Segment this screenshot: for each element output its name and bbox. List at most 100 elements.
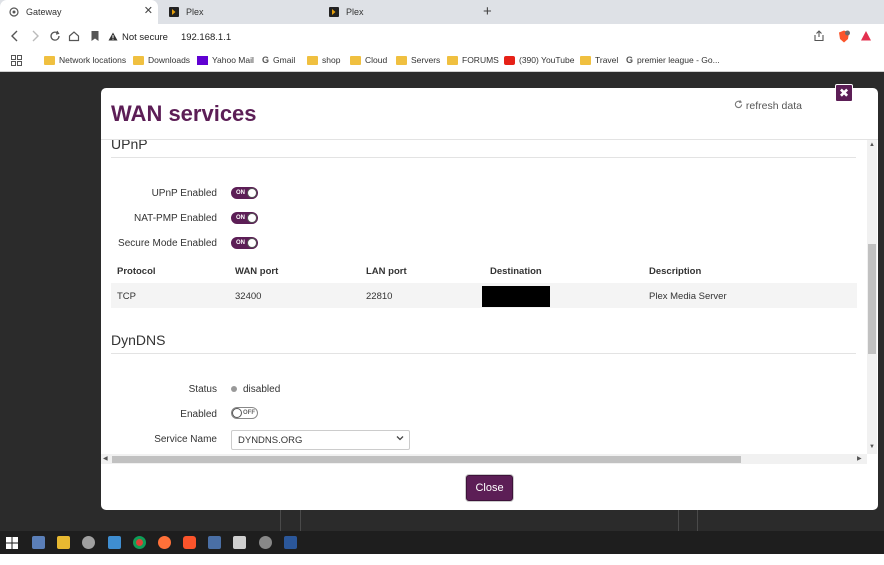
bookmark-label: Servers	[411, 55, 441, 65]
refresh-label: refresh data	[745, 100, 802, 112]
toggle-knob	[247, 188, 257, 198]
firefox-icon[interactable]	[158, 536, 171, 549]
column-header-description: Description	[649, 266, 702, 277]
toggle-state: OFF	[243, 410, 255, 416]
section-divider	[111, 157, 856, 158]
column-header-wan-port: WAN port	[235, 266, 279, 277]
tab-title: Plex	[346, 7, 364, 17]
security-status[interactable]: Not secure	[122, 32, 168, 43]
bookmark-premier-league[interactable]: Gpremier league - Go...	[626, 55, 720, 65]
bottom-strip	[0, 554, 884, 565]
printer-icon[interactable]	[233, 536, 246, 549]
address-bar[interactable]: Not secure 192.168.1.1	[108, 27, 826, 48]
folder-icon	[133, 55, 144, 65]
modal-title: WAN services	[111, 101, 257, 126]
word-icon[interactable]	[284, 536, 297, 549]
bookmark-cloud[interactable]: Cloud	[350, 55, 387, 65]
toggle-state: ON	[236, 240, 245, 246]
folder-icon	[447, 55, 458, 65]
back-icon[interactable]	[10, 30, 20, 45]
brave-icon[interactable]	[183, 536, 196, 549]
folder-icon	[44, 55, 55, 65]
scroll-left-icon[interactable]: ◀	[103, 455, 108, 462]
scroll-right-icon[interactable]: ▶	[857, 455, 862, 462]
share-icon[interactable]	[813, 30, 825, 45]
plex-icon	[169, 7, 179, 17]
brave-rewards-icon[interactable]	[860, 30, 872, 45]
toggle-knob	[247, 213, 257, 223]
dyndns-enabled-toggle[interactable]: OFF	[231, 407, 258, 419]
cell-protocol: TCP	[117, 291, 136, 302]
backdrop-divider	[697, 509, 698, 531]
service-name-value: DYNDNS.ORG	[238, 435, 303, 446]
cell-destination-redacted	[482, 286, 550, 307]
nat-pmp-enabled-toggle[interactable]: ON	[231, 212, 258, 224]
forward-icon[interactable]	[30, 30, 40, 45]
bookmark-label: Downloads	[148, 55, 191, 65]
nat-pmp-enabled-label: NAT-PMP Enabled	[133, 213, 217, 224]
bookmark-shop[interactable]: shop	[307, 55, 340, 65]
remote-desktop-icon[interactable]	[108, 536, 121, 549]
status-label: Status	[188, 384, 217, 395]
taskbar	[0, 531, 884, 554]
file-explorer-icon[interactable]	[57, 536, 70, 549]
modal-content: UPnP UPnP Enabled ON NAT-PMP Enabled ON …	[101, 140, 867, 454]
bookmark-forums[interactable]: FORUMS	[447, 55, 499, 65]
status-dot-icon	[231, 386, 237, 392]
bookmark-downloads[interactable]: Downloads	[133, 55, 190, 65]
horizontal-scrollbar[interactable]: ◀ ▶	[101, 454, 867, 464]
section-divider	[111, 353, 856, 354]
backdrop-divider	[300, 509, 301, 531]
service-name-select[interactable]: DYNDNS.ORG	[231, 430, 410, 450]
scrollbar-thumb[interactable]	[868, 244, 876, 354]
settings-icon[interactable]	[82, 536, 95, 549]
upnp-enabled-toggle[interactable]: ON	[231, 187, 258, 199]
plex-icon	[329, 7, 339, 17]
bookmark-servers[interactable]: Servers	[396, 55, 440, 65]
close-button[interactable]: Close	[466, 475, 513, 501]
column-header-destination: Destination	[490, 266, 542, 277]
modal-close-icon[interactable]: ✖	[835, 84, 853, 102]
cell-description: Plex Media Server	[649, 291, 727, 302]
home-icon[interactable]	[68, 30, 80, 45]
service-name-label: Service Name	[154, 434, 217, 445]
apps-icon[interactable]	[11, 55, 22, 66]
column-header-protocol: Protocol	[117, 266, 156, 277]
tab-gateway[interactable]: Gateway ✕	[0, 0, 158, 24]
backdrop-divider	[678, 509, 679, 531]
app-icon[interactable]	[208, 536, 221, 549]
reload-icon[interactable]	[49, 30, 61, 45]
bookmark-label: Travel	[595, 55, 619, 65]
tab-plex-2[interactable]: Plex	[320, 0, 478, 24]
globe-icon	[9, 7, 19, 17]
bookmark-label: shop	[322, 55, 341, 65]
toggle-state: ON	[236, 215, 245, 221]
scroll-down-icon[interactable]: ▼	[869, 444, 875, 450]
new-tab-button[interactable]: +	[483, 3, 492, 20]
windows-start-icon[interactable]	[6, 536, 19, 549]
cell-lan-port: 22810	[366, 291, 393, 302]
url-text[interactable]: 192.168.1.1	[181, 32, 231, 43]
tab-title: Gateway	[26, 7, 62, 17]
bookmark-yahoo-mail[interactable]: Yahoo Mail	[197, 55, 254, 65]
bookmark-network-locations[interactable]: Network locations	[44, 55, 126, 65]
bookmark-gmail[interactable]: G Gmail	[262, 55, 295, 65]
bookmark-travel[interactable]: Travel	[580, 55, 618, 65]
app-icon[interactable]	[259, 536, 272, 549]
section-title-dyndns: DynDNS	[111, 332, 166, 348]
scroll-up-icon[interactable]: ▲	[869, 142, 875, 148]
close-tab-icon[interactable]: ✕	[144, 5, 153, 17]
folder-icon	[307, 55, 318, 65]
chrome-icon[interactable]	[133, 536, 146, 549]
folder-icon	[350, 55, 361, 65]
secure-mode-enabled-toggle[interactable]: ON	[231, 237, 258, 249]
folder-icon	[580, 55, 591, 65]
scrollbar-thumb[interactable]	[112, 456, 741, 463]
bookmark-youtube[interactable]: (390) YouTube	[504, 55, 574, 65]
brave-shield-icon[interactable]	[838, 30, 850, 46]
tab-plex-1[interactable]: Plex	[160, 0, 318, 24]
calculator-icon[interactable]	[32, 536, 45, 549]
bookmark-icon[interactable]	[90, 30, 100, 45]
vertical-scrollbar[interactable]: ▲ ▼	[867, 140, 877, 454]
refresh-data-link[interactable]: refresh data	[734, 100, 802, 112]
